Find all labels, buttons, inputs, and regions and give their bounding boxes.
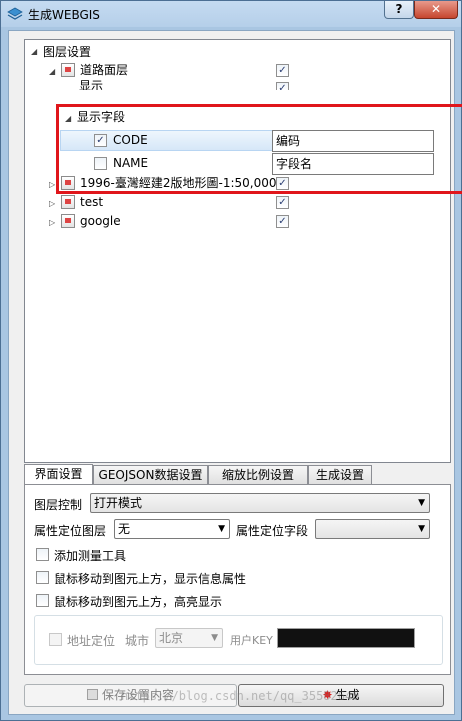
- dialog-body: ◢ 图层设置 ◢ 道路面层 ✓ 显示 ✓ ◢ 显示字段 ✓ CODE 编码 NA…: [8, 30, 462, 715]
- city-value: 北京: [159, 631, 184, 645]
- expand-layer-icon[interactable]: ▷: [49, 218, 59, 228]
- attr-layer-value: 无: [118, 522, 131, 536]
- hover-info-checkbox[interactable]: [36, 571, 49, 584]
- help-button[interactable]: ?: [384, 1, 414, 19]
- tab-zoom-scale[interactable]: 缩放比例设置: [208, 465, 308, 484]
- interface-settings-panel: 图层控制 打开模式 ▼ 属性定位图层 无 ▼ 属性定位字段 ▼ 添加测量工具 鼠…: [24, 484, 451, 675]
- watermark-text: https://blog.csdn.net/qq_35582640: [121, 689, 360, 703]
- tree-item-google[interactable]: google: [80, 211, 121, 231]
- attr-layer-label: 属性定位图层: [34, 524, 107, 538]
- city-select[interactable]: 北京 ▼: [155, 628, 223, 648]
- layer-tree[interactable]: ◢ 图层设置 ◢ 道路面层 ✓ 显示 ✓ ◢ 显示字段 ✓ CODE 编码 NA…: [24, 39, 462, 463]
- layer-control-select[interactable]: 打开模式 ▼: [90, 493, 430, 513]
- chevron-down-icon: ▼: [418, 524, 425, 534]
- chevron-down-icon: ▼: [418, 498, 425, 508]
- close-button[interactable]: ✕: [414, 1, 458, 19]
- measure-tool-label[interactable]: 添加测量工具: [54, 547, 126, 564]
- city-label: 城市: [125, 634, 150, 648]
- layer-control-value: 打开模式: [94, 496, 143, 510]
- attr-field-select[interactable]: ▼: [315, 519, 430, 539]
- user-key-label: 用户KEY: [230, 634, 273, 647]
- display-checkbox[interactable]: ✓: [276, 82, 289, 90]
- hover-highlight-checkbox[interactable]: [36, 594, 49, 607]
- save-icon: [86, 689, 98, 700]
- app-icon: [7, 7, 23, 20]
- title-bar[interactable]: 生成WEBGIS ? ✕: [1, 1, 461, 27]
- expand-root-icon[interactable]: ◢: [31, 47, 41, 57]
- expand-layer-icon[interactable]: ▷: [49, 199, 59, 209]
- test-checkbox[interactable]: ✓: [276, 196, 289, 209]
- layer-control-label: 图层控制: [34, 498, 83, 512]
- tree-root-label[interactable]: 图层设置: [43, 42, 91, 62]
- tree-item-display[interactable]: 显示: [79, 78, 103, 90]
- user-key-input[interactable]: [277, 628, 415, 648]
- tab-generate[interactable]: 生成设置: [308, 465, 372, 484]
- measure-tool-checkbox[interactable]: [36, 548, 49, 561]
- tab-geojson[interactable]: GEOJSON数据设置: [93, 465, 208, 484]
- address-locate-label: 地址定位: [67, 634, 116, 648]
- window-title: 生成WEBGIS: [28, 8, 100, 22]
- hover-info-label[interactable]: 鼠标移动到图元上方，显示信息属性: [54, 570, 246, 587]
- attr-layer-select[interactable]: 无 ▼: [114, 519, 230, 539]
- tab-interface[interactable]: 界面设置: [24, 464, 93, 485]
- expand-layer-icon[interactable]: ◢: [49, 67, 59, 77]
- hover-highlight-label[interactable]: 鼠标移动到图元上方，高亮显示: [54, 593, 222, 610]
- address-group: 地址定位 城市 北京 ▼ 用户KEY: [34, 615, 443, 665]
- address-locate-checkbox[interactable]: [49, 633, 62, 646]
- layer-icon: [61, 63, 75, 77]
- road-layer-checkbox[interactable]: ✓: [276, 64, 289, 77]
- tree-item-test[interactable]: test: [80, 192, 103, 212]
- layer-icon: [61, 195, 75, 209]
- main-window: 生成WEBGIS ? ✕ ◢ 图层设置 ◢ 道路面层 ✓ 显示 ✓ ◢ 显示字段…: [0, 0, 462, 721]
- chevron-down-icon: ▼: [218, 524, 225, 534]
- google-checkbox[interactable]: ✓: [276, 215, 289, 228]
- attr-field-label: 属性定位字段: [236, 524, 309, 538]
- annotation-highlight-box: [56, 104, 462, 194]
- tree-item-road-layer[interactable]: 道路面层: [80, 60, 128, 80]
- layer-icon: [61, 214, 75, 228]
- chevron-down-icon: ▼: [211, 633, 218, 643]
